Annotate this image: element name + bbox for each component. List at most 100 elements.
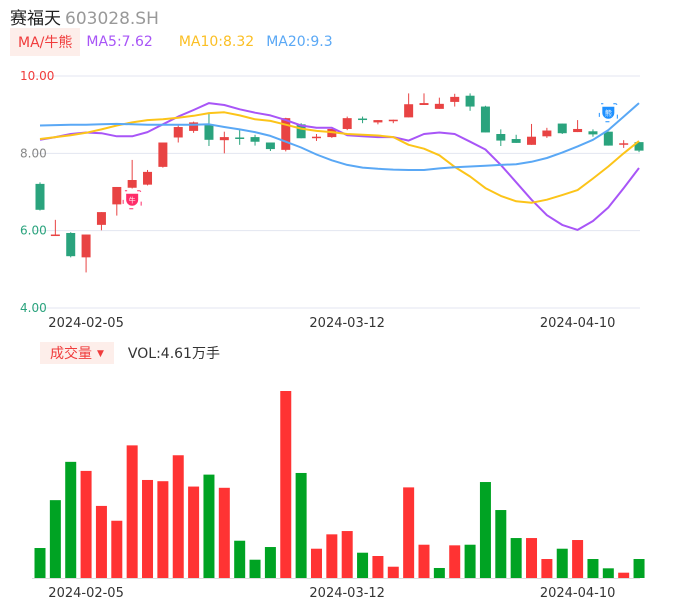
candle — [250, 134, 260, 146]
x-tick-label: 2024-03-12 — [309, 586, 385, 601]
y-tick-label: 10.00 — [20, 69, 54, 83]
candle — [588, 129, 598, 137]
volume-bar — [556, 548, 568, 578]
candle — [96, 212, 106, 231]
candle — [235, 129, 245, 145]
volume-bar — [34, 548, 46, 578]
candle — [204, 113, 214, 146]
candle — [419, 93, 429, 105]
candle — [173, 125, 183, 143]
volume-bar — [510, 538, 522, 578]
candle — [619, 140, 629, 148]
volume-bar — [541, 559, 553, 578]
candle-body — [219, 137, 229, 141]
y-tick-label: 8.00 — [20, 146, 47, 160]
candle — [480, 105, 490, 133]
volume-bar — [357, 552, 369, 578]
candle — [557, 123, 567, 134]
volume-bar — [264, 547, 276, 578]
volume-bar — [495, 510, 507, 578]
candle — [450, 93, 460, 107]
volume-bar — [372, 556, 384, 578]
volume-bar — [633, 559, 645, 578]
volume-bar — [572, 540, 584, 578]
x-tick-label: 2024-04-10 — [540, 316, 616, 331]
candle-body — [173, 127, 183, 138]
candle — [388, 119, 398, 124]
candle-body — [96, 212, 106, 225]
candle-body — [50, 234, 60, 237]
volume-bar — [126, 445, 138, 578]
volume-bar — [295, 472, 307, 578]
volume-bar — [203, 474, 215, 578]
candle-body — [235, 137, 245, 139]
candle — [542, 127, 552, 138]
candle-body — [588, 131, 598, 135]
candle-body — [619, 143, 629, 145]
volume-bar — [449, 545, 461, 578]
x-tick-label: 2024-02-05 — [48, 586, 124, 601]
kline-chart[interactable]: 10.008.006.004.002024-02-05 2024-03-12 202… — [0, 0, 686, 606]
candle-body — [112, 186, 122, 205]
candle — [603, 131, 613, 146]
candle — [158, 142, 168, 168]
candle-body — [204, 124, 214, 140]
volume-bar — [464, 544, 476, 578]
volume-bar — [111, 520, 123, 578]
candle — [189, 121, 199, 133]
volume-bar — [403, 487, 415, 578]
candle — [265, 142, 275, 152]
volume-bar — [479, 482, 491, 578]
candle — [358, 116, 368, 124]
x-tick-label: 2024-02-05 — [48, 316, 124, 331]
volume-bar — [280, 391, 292, 578]
candle-body — [250, 137, 260, 142]
candle-body — [373, 120, 383, 123]
candle-body — [66, 232, 76, 257]
volume-bar — [526, 538, 538, 578]
candle — [496, 129, 506, 146]
candle-body — [265, 142, 275, 150]
candle — [527, 123, 537, 145]
volume-bar — [188, 486, 200, 578]
volume-bar — [142, 479, 154, 578]
candle-body — [450, 96, 460, 102]
candle-body — [573, 128, 583, 133]
y-tick-label: 6.00 — [20, 224, 47, 238]
candle-body — [127, 180, 137, 188]
candle-body — [342, 118, 352, 129]
y-tick-label: 4.00 — [20, 301, 47, 315]
bull-signal-icon: 牛 — [122, 190, 142, 210]
bear-signal-icon: 熊 — [598, 103, 618, 123]
candle-body — [311, 136, 321, 139]
candle — [66, 232, 76, 258]
candle — [311, 134, 321, 141]
candle-body — [527, 136, 537, 145]
volume-bar — [95, 505, 107, 578]
volume-bar — [602, 568, 614, 578]
marker-label: 熊 — [605, 109, 612, 118]
volume-bar — [49, 500, 61, 578]
volume-bar — [310, 548, 322, 578]
candle-body — [480, 106, 490, 133]
candle-body — [434, 103, 444, 109]
candle — [35, 182, 45, 211]
candle — [112, 186, 122, 216]
candle-body — [542, 130, 552, 137]
candle — [143, 169, 153, 186]
candle-body — [465, 95, 475, 107]
candle-body — [404, 104, 414, 118]
x-tick-label: 2024-04-10 — [540, 586, 616, 601]
candle-body — [557, 123, 567, 134]
candle-body — [81, 234, 91, 258]
candle — [127, 159, 137, 189]
x-tick-label: 2024-03-12 — [309, 316, 385, 331]
volume-bar — [587, 559, 599, 578]
volume-bar — [418, 544, 430, 578]
volume-bar — [80, 470, 92, 578]
candle-body — [35, 183, 45, 210]
volume-bar — [249, 559, 261, 578]
candle — [342, 116, 352, 131]
volume-bar — [234, 540, 246, 578]
candle-body — [143, 171, 153, 185]
